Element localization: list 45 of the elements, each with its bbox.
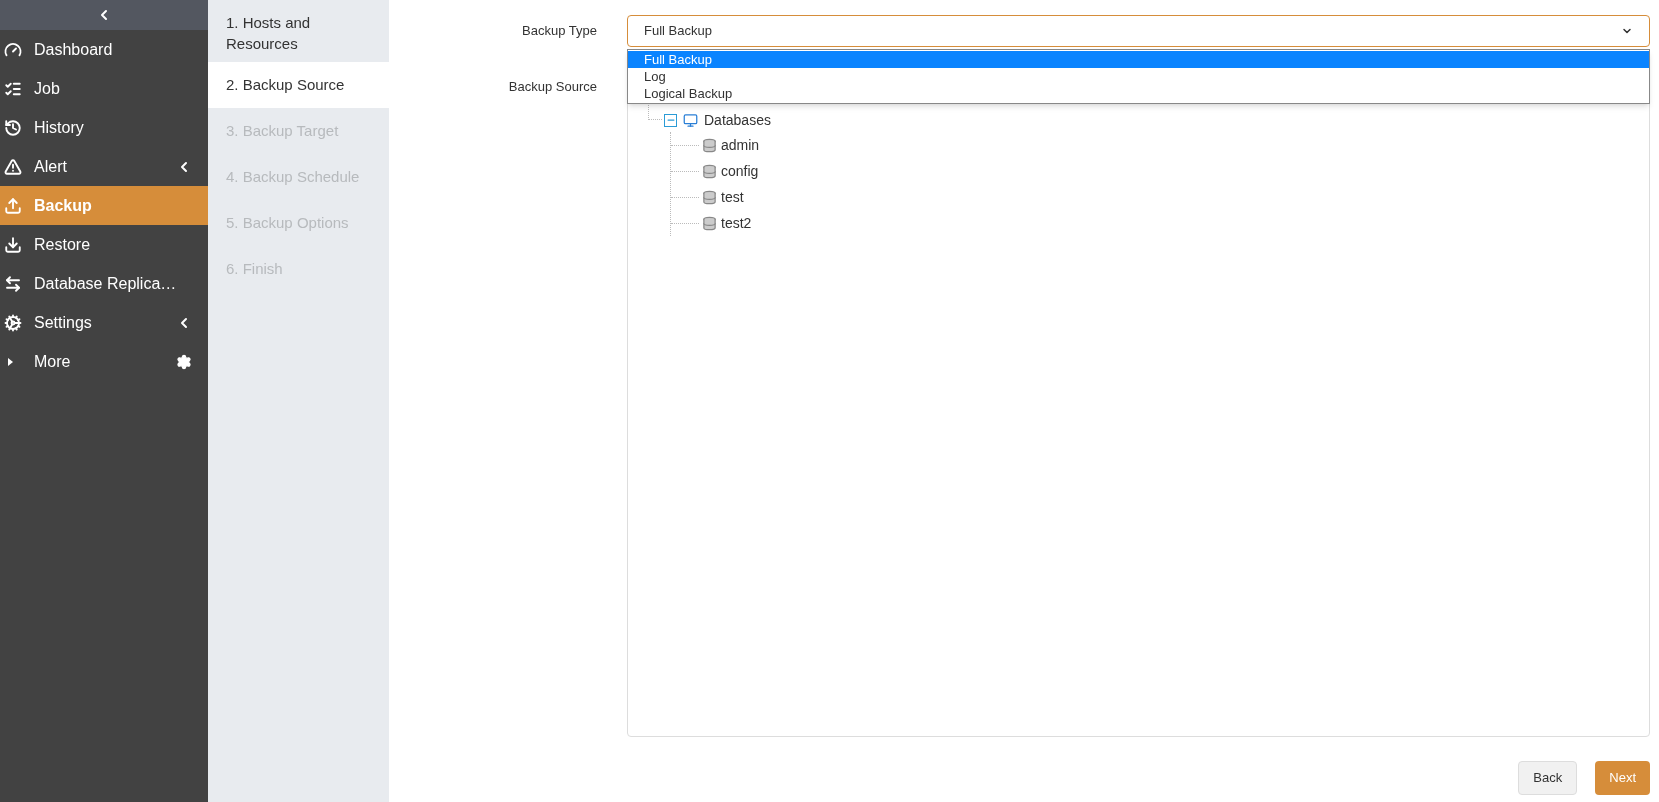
wizard-step[interactable]: 1. Hosts and Resources	[208, 0, 389, 62]
wizard-step[interactable]: 2. Backup Source	[208, 62, 389, 108]
sidebar-item[interactable]: Settings	[0, 303, 208, 342]
sidebar-label: More	[34, 351, 72, 372]
dropdown-option[interactable]: Log	[628, 68, 1649, 85]
backup-type-select[interactable]: Full Backup	[627, 15, 1650, 47]
tree-node-label[interactable]: test2	[721, 212, 752, 234]
sidebar-label: Backup	[34, 195, 93, 216]
sidebar-item[interactable]: Job	[0, 69, 208, 108]
tree-node-label[interactable]: admin	[721, 134, 760, 156]
caret-icon	[8, 357, 13, 366]
database-icon	[702, 215, 717, 231]
sidebar-item[interactable]: History	[0, 108, 208, 147]
sidebar-label: Settings	[34, 312, 93, 333]
field-label: Backup Source	[507, 78, 598, 96]
sidebar-item[interactable]: Restore	[0, 225, 208, 264]
sidebar-item[interactable]: Dashboard	[0, 30, 208, 69]
sidebar-item[interactable]: More	[0, 342, 208, 381]
sidebar-label: Job	[34, 78, 61, 99]
tree-node-label[interactable]: config	[721, 160, 759, 182]
database-icon	[702, 189, 717, 205]
history-icon	[4, 118, 22, 137]
sidebar-label: Dashboard	[34, 39, 114, 60]
arrows-icon	[4, 274, 22, 293]
database-icon	[702, 137, 717, 153]
sidebar-item[interactable]: Database Replica…	[0, 264, 208, 303]
upload-icon	[4, 196, 22, 215]
settings-icon[interactable]	[176, 353, 192, 370]
sidebar-label: History	[34, 117, 85, 138]
field-label: Backup Type	[521, 22, 598, 41]
database-icon	[702, 163, 717, 179]
back-button[interactable]: Back	[1518, 761, 1578, 795]
sidebar-label: Alert	[34, 156, 68, 177]
download-icon	[4, 235, 22, 254]
dropdown-option[interactable]: Full Backup	[628, 51, 1649, 68]
warning-icon	[4, 157, 22, 176]
tree-node-label[interactable]: test	[721, 186, 744, 208]
sidebar-item[interactable]: Alert	[0, 147, 208, 186]
tree-node-label[interactable]: Databases	[704, 109, 771, 131]
sidebar-label: Restore	[34, 234, 92, 255]
sidebar-label: Database Replica…	[34, 273, 178, 294]
computer-icon	[683, 112, 698, 128]
dropdown-option[interactable]: Logical Backup	[628, 85, 1649, 102]
collapse-toggle[interactable]	[664, 113, 677, 127]
gauge-icon	[4, 40, 22, 59]
